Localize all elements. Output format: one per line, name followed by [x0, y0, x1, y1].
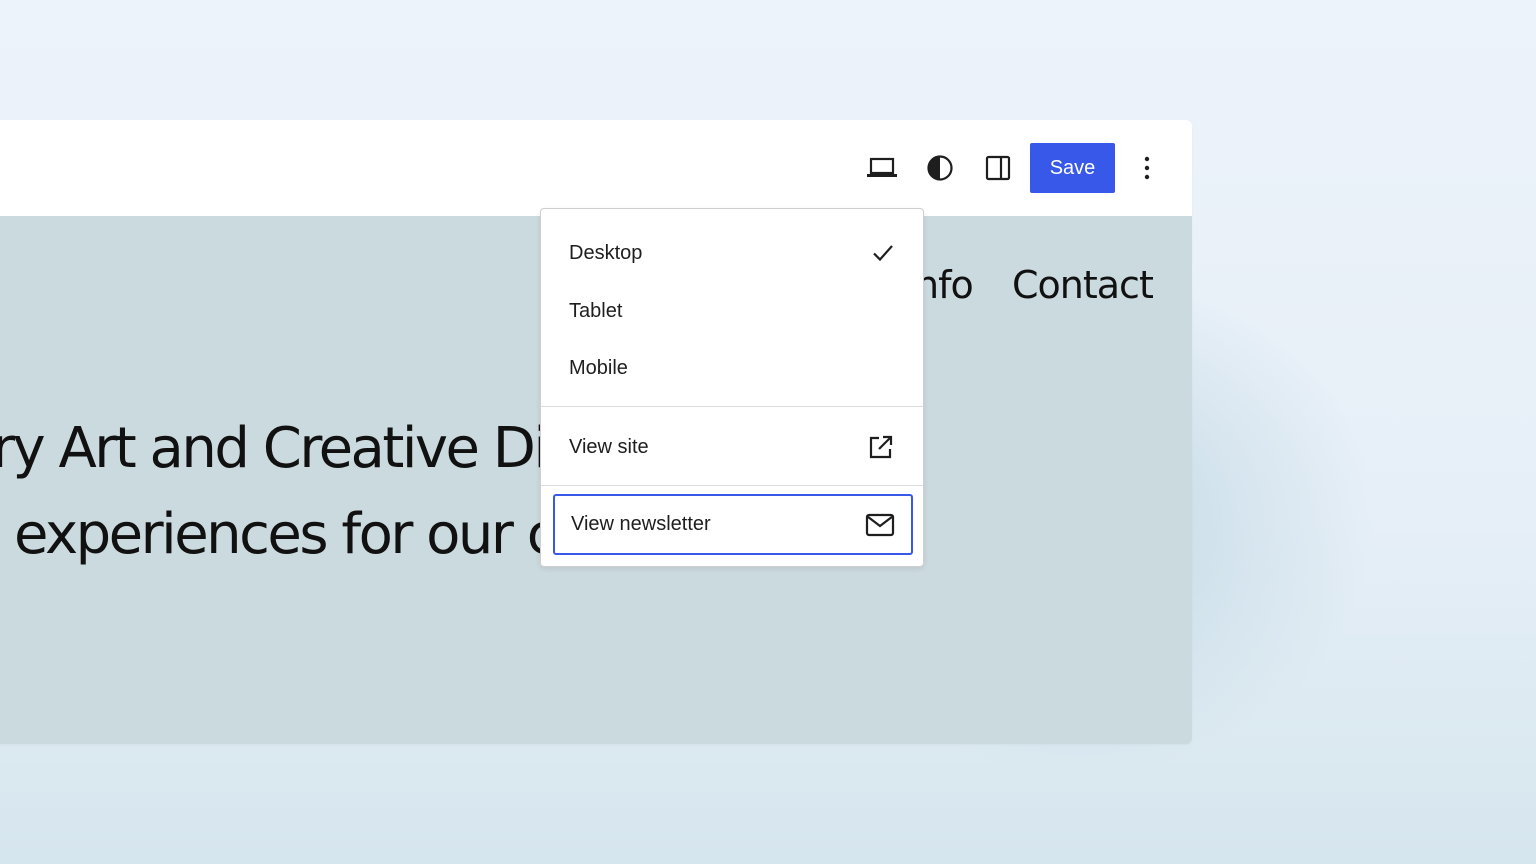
menu-item-label: View newsletter [571, 513, 711, 536]
save-button[interactable]: Save [1030, 143, 1115, 193]
hero-heading-line-2: experiences for our co [14, 502, 587, 567]
external-link-icon [867, 433, 895, 461]
styles-button[interactable] [920, 148, 960, 188]
more-vertical-icon [1143, 154, 1151, 182]
menu-item-label: Desktop [569, 242, 642, 265]
menu-divider [541, 406, 923, 407]
laptop-icon [865, 156, 899, 180]
preview-dropdown-menu: Desktop Tablet Mobile View site View new… [540, 208, 924, 567]
contrast-icon [926, 154, 954, 182]
options-button[interactable] [1127, 148, 1167, 188]
nav-link-contact[interactable]: Contact [1012, 263, 1153, 307]
envelope-icon [865, 513, 895, 537]
settings-sidebar-button[interactable] [978, 148, 1018, 188]
device-preview-button[interactable] [862, 148, 902, 188]
menu-divider [541, 485, 923, 486]
menu-item-desktop[interactable]: Desktop [553, 225, 913, 281]
menu-item-view-site[interactable]: View site [553, 419, 913, 475]
menu-item-tablet[interactable]: Tablet [553, 283, 913, 339]
sidebar-icon [984, 154, 1012, 182]
menu-item-mobile[interactable]: Mobile [553, 340, 913, 396]
check-icon [871, 241, 895, 265]
editor-toolbar: Save [0, 120, 1192, 216]
menu-item-label: View site [569, 436, 649, 459]
menu-item-label: Mobile [569, 357, 628, 380]
menu-item-label: Tablet [569, 300, 622, 323]
hero-heading-line-1: ry Art and Creative Dire [0, 416, 598, 481]
menu-item-view-newsletter[interactable]: View newsletter [553, 494, 913, 555]
